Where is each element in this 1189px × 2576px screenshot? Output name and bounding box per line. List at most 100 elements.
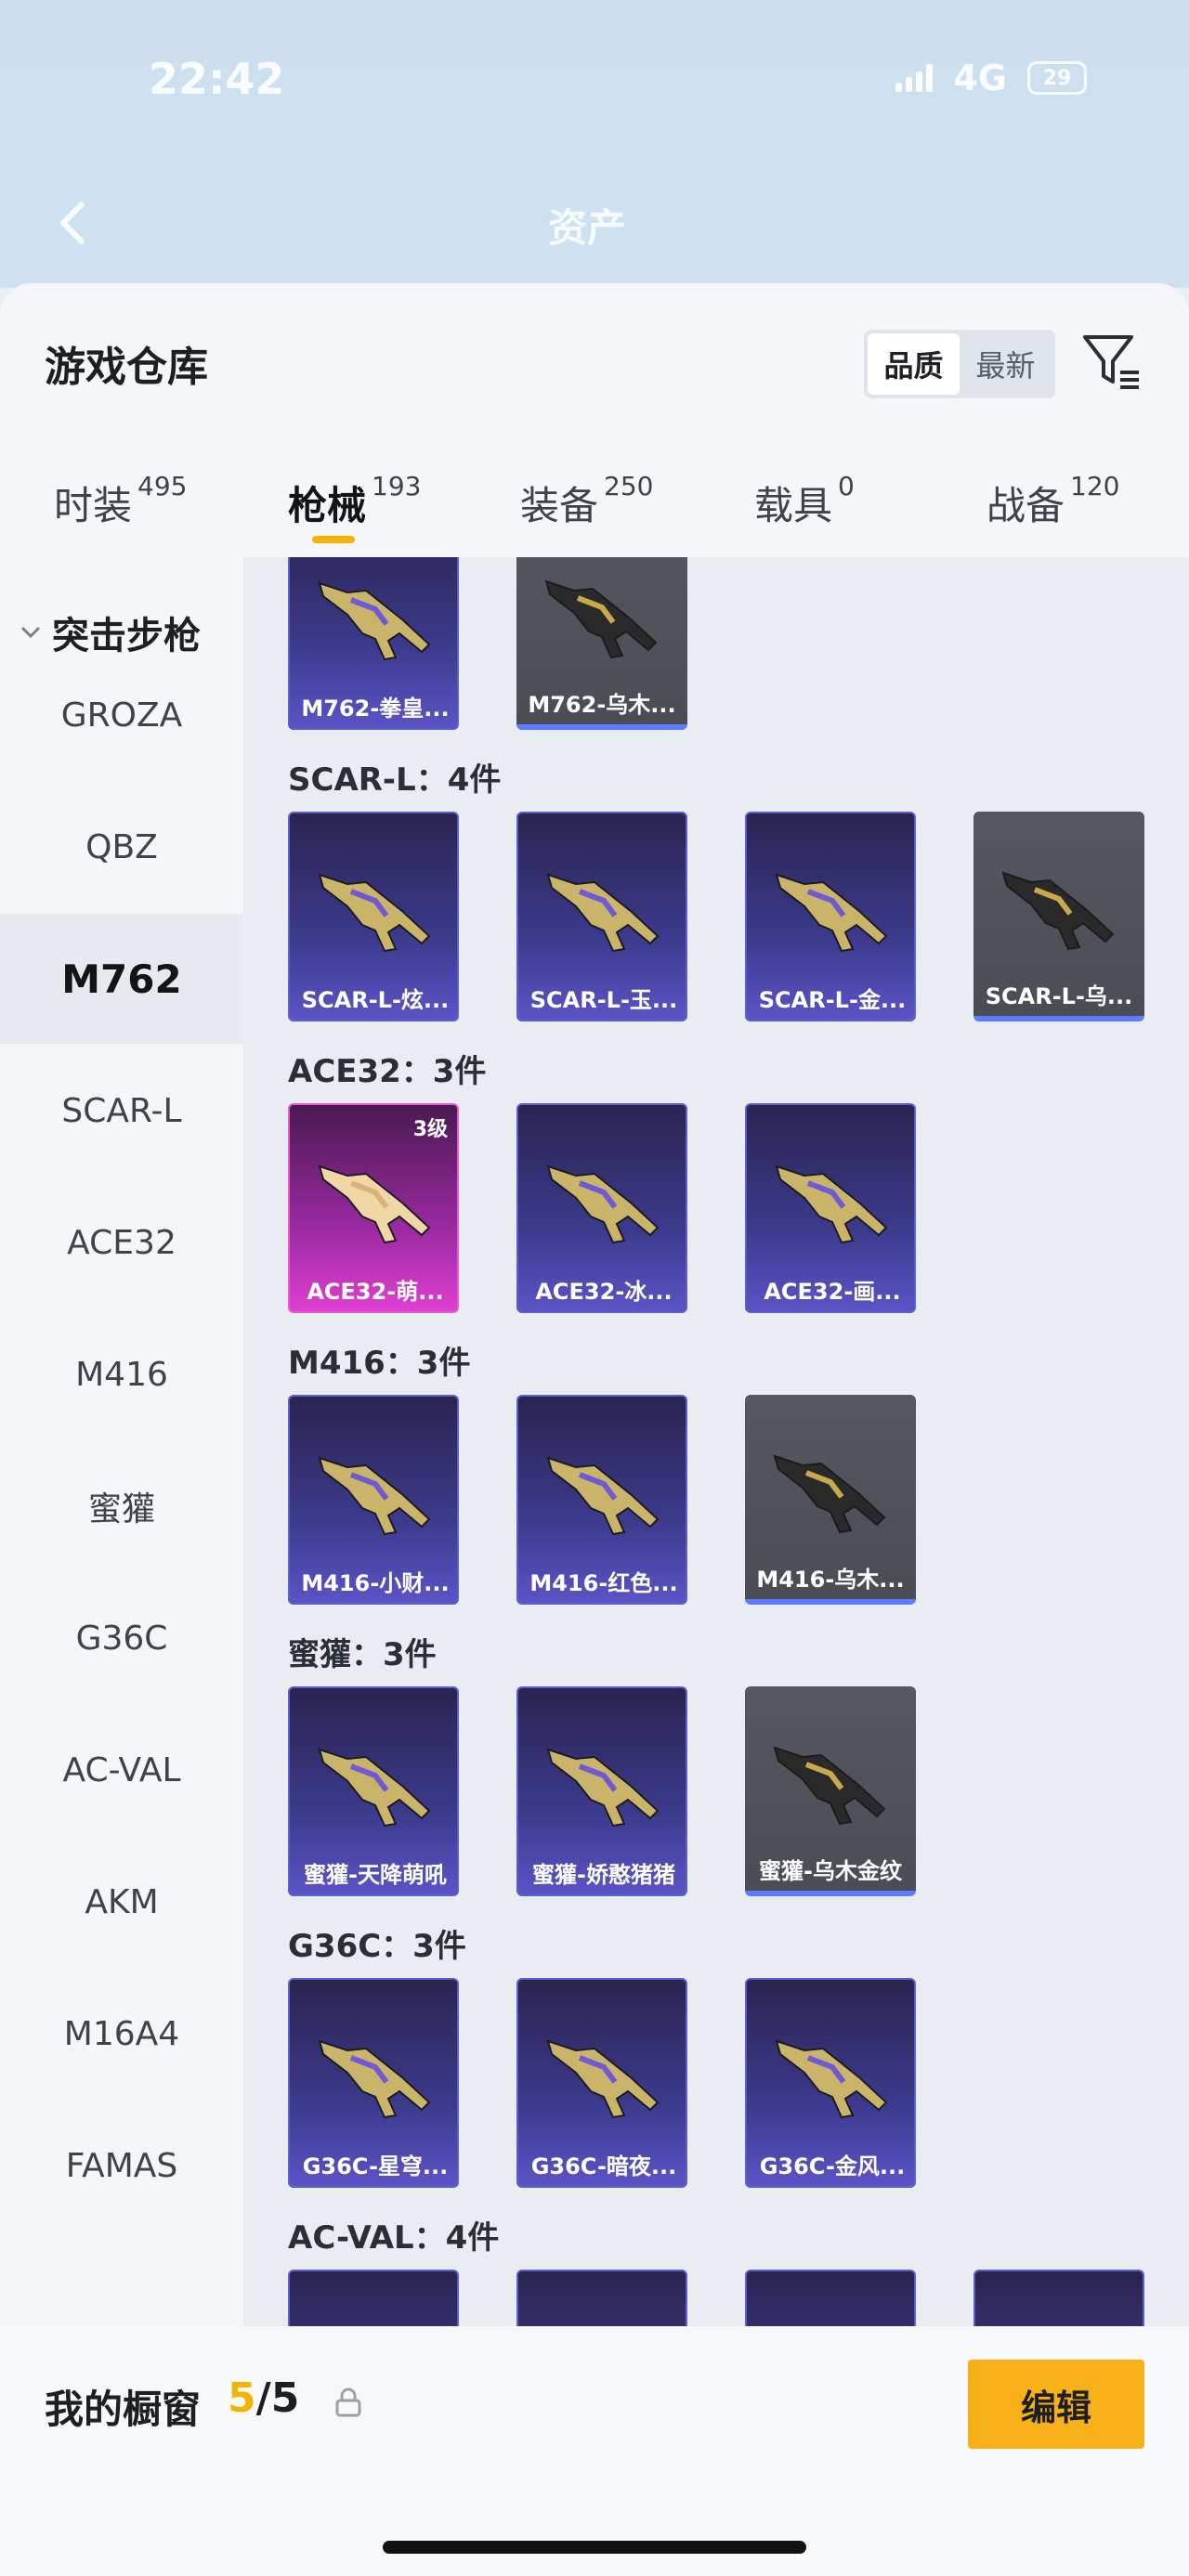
weapon-card[interactable]: 蜜獾-天降萌吼 xyxy=(288,1686,459,1896)
filter-icon[interactable] xyxy=(1079,330,1144,395)
weapon-card[interactable]: M762-拳皇... xyxy=(288,557,459,730)
sidebar-item[interactable]: M762 xyxy=(0,914,243,1044)
tab-supplies[interactable]: 战备 120 xyxy=(986,441,1119,543)
sort-quality-button[interactable]: 品质 xyxy=(868,333,960,395)
lock-icon xyxy=(335,2387,361,2417)
sidebar-item[interactable]: AKM xyxy=(0,1837,243,1967)
weapon-card[interactable]: M416-红色... xyxy=(516,1395,687,1605)
weapon-card-name: 蜜獾-天降萌吼 xyxy=(304,1862,447,1888)
tab-label: 战备 xyxy=(986,483,1065,528)
tab-count: 250 xyxy=(604,471,654,501)
sort-toggle: 品质 最新 xyxy=(864,330,1055,398)
sort-newest-button[interactable]: 最新 xyxy=(960,333,1052,395)
screen: 22:42 4G 29 资产 游戏仓库 品质 最新 时装 495 枪械 193 … xyxy=(0,0,1189,2576)
weapon-icon xyxy=(546,2039,660,2119)
weapon-card-name: 蜜獾-娇憨猪猪 xyxy=(532,1862,675,1888)
group-label: 蜜獾：3件 xyxy=(288,1636,437,1673)
weapon-card[interactable]: M416-小财... xyxy=(288,1395,459,1605)
weapon-card-name: G36C-金风... xyxy=(759,2153,906,2179)
sidebar-item[interactable]: QBZ xyxy=(0,782,243,912)
network-label: 4G xyxy=(953,58,1007,98)
weapon-icon xyxy=(775,2039,888,2119)
sidebar-item[interactable]: AC-VAL xyxy=(0,1705,243,1835)
weapon-card[interactable]: ACE32-画... xyxy=(745,1103,916,1313)
weapon-card[interactable]: M762-乌木... xyxy=(516,557,687,730)
status-indicators: 4G 29 xyxy=(895,58,1087,98)
nav-title: 资产 xyxy=(548,205,627,251)
weapon-icon xyxy=(544,579,658,659)
weapon-icon xyxy=(546,1456,660,1536)
weapon-card-name: G36C-暗夜... xyxy=(530,2153,677,2179)
weapon-icon xyxy=(318,581,431,661)
sidebar-item[interactable]: G36C xyxy=(0,1573,243,1703)
nav-bar: 资产 xyxy=(0,176,1189,269)
weapon-card[interactable]: G36C-暗夜... xyxy=(516,1978,687,2188)
status-bar: 22:42 4G 29 xyxy=(0,37,1189,121)
category-tabs: 时装 495 枪械 193 装备 250 载具 0 战备 120 xyxy=(0,441,1189,543)
weapon-card-name: 蜜獾-乌木金纹 xyxy=(759,1858,902,1884)
level-badge: 3级 xyxy=(412,1118,448,1141)
weapon-card-name: SCAR-L-炫... xyxy=(301,987,450,1013)
chevron-down-icon xyxy=(20,626,41,639)
tab-firearms[interactable]: 枪械 193 xyxy=(288,441,421,543)
weapon-card[interactable]: M416-乌木... xyxy=(745,1395,916,1605)
active-tab-indicator xyxy=(312,536,355,543)
weapon-card-name: G36C-星穹... xyxy=(302,2153,449,2179)
weapon-card[interactable]: SCAR-L-乌... xyxy=(973,812,1144,1021)
weapon-icon xyxy=(773,1746,886,1826)
sidebar-item[interactable]: 蜜獾 xyxy=(0,1441,243,1571)
weapon-icon xyxy=(318,2039,431,2119)
warehouse-sheet: 游戏仓库 品质 最新 时装 495 枪械 193 装备 250 载具 0 战备 … xyxy=(0,283,1189,2576)
weapon-icon xyxy=(775,873,888,953)
sidebar-item[interactable]: ACE32 xyxy=(0,1177,243,1308)
weapon-card[interactable]: SCAR-L-玉... xyxy=(516,812,687,1021)
sidebar-item[interactable]: SCAR-L xyxy=(0,1046,243,1176)
weapon-card-name: SCAR-L-金... xyxy=(758,987,907,1013)
signal-icon xyxy=(895,64,934,92)
tab-equipment[interactable]: 装备 250 xyxy=(520,441,653,543)
weapon-card[interactable]: G36C-金风... xyxy=(745,1978,916,2188)
tab-label: 枪械 xyxy=(288,483,367,528)
tab-count: 193 xyxy=(372,471,422,501)
weapon-sidebar: 突击步枪 GROZA QBZ M762 SCAR-L ACE32 M416 蜜獾 G36C AC… xyxy=(0,557,243,2576)
weapon-icon xyxy=(318,873,431,953)
tab-vehicles[interactable]: 载具 0 xyxy=(754,441,855,543)
showcase-current: 5 xyxy=(228,2374,256,2422)
weapon-icon xyxy=(546,873,660,953)
tab-count: 0 xyxy=(838,471,855,501)
home-indicator xyxy=(383,2541,806,2554)
sheet-title: 游戏仓库 xyxy=(45,344,208,391)
weapon-card[interactable]: 蜜獾-乌木金纹 xyxy=(745,1686,916,1896)
tab-count: 120 xyxy=(1070,471,1120,501)
group-label: SCAR-L：4件 xyxy=(288,761,502,799)
sidebar-item[interactable]: FAMAS xyxy=(0,2101,243,2231)
sidebar-item[interactable]: GROZA xyxy=(0,650,243,780)
group-label: G36C：3件 xyxy=(288,1928,466,1965)
showcase-label: 我的橱窗 xyxy=(45,2387,202,2432)
weapon-card-name: ACE32-冰... xyxy=(535,1279,673,1305)
showcase-count: 5/5 xyxy=(228,2374,299,2422)
sidebar-item[interactable]: M416 xyxy=(0,1309,243,1439)
weapon-card-name: ACE32-萌... xyxy=(307,1279,444,1305)
weapon-icon xyxy=(318,1456,431,1536)
weapon-card[interactable]: ACE32-冰... xyxy=(516,1103,687,1313)
group-label: M416：3件 xyxy=(288,1345,471,1382)
weapon-card[interactable]: SCAR-L-炫... xyxy=(288,812,459,1021)
weapon-card[interactable]: SCAR-L-金... xyxy=(745,812,916,1021)
back-arrow-icon[interactable] xyxy=(46,195,102,251)
weapon-icon xyxy=(318,1164,431,1244)
sidebar-item[interactable]: M16A4 xyxy=(0,1969,243,2099)
weapon-card[interactable]: 3级 ACE32-萌... xyxy=(288,1103,459,1313)
weapon-card[interactable]: 蜜獾-娇憨猪猪 xyxy=(516,1686,687,1896)
weapon-icon xyxy=(546,1164,660,1244)
tab-label: 装备 xyxy=(520,483,599,528)
weapon-icon xyxy=(1001,871,1115,951)
tab-fashion[interactable]: 时装 495 xyxy=(54,441,187,543)
status-time: 22:42 xyxy=(149,54,285,104)
weapon-card[interactable]: G36C-星穹... xyxy=(288,1978,459,2188)
weapon-card-name: SCAR-L-乌... xyxy=(985,983,1133,1009)
edit-button[interactable]: 编辑 xyxy=(968,2360,1144,2449)
weapon-grid: M762-拳皇... M762-乌木... SCAR-L：4件 SCAR-L-炫...… xyxy=(243,557,1189,2576)
weapon-card-name: ACE32-画... xyxy=(764,1279,901,1305)
weapon-icon xyxy=(773,1454,886,1534)
